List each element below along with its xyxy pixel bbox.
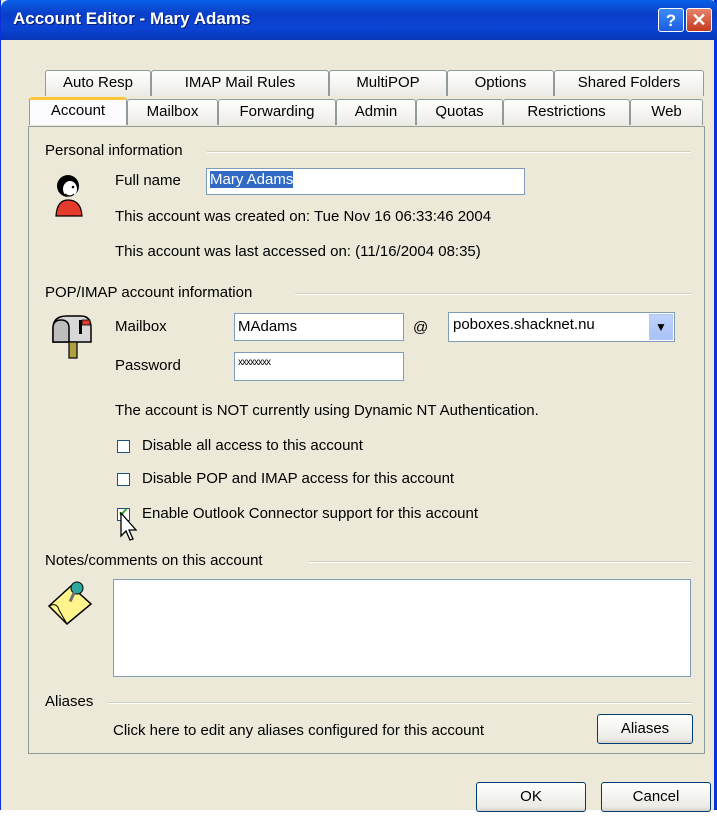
tab-quotas[interactable]: Quotas — [416, 99, 503, 125]
group-divider — [310, 561, 691, 563]
note-pin-icon — [47, 581, 93, 626]
mailbox-icon — [52, 315, 92, 359]
domain-value: poboxes.shacknet.nu — [453, 316, 595, 333]
account-editor-window: Account Editor - Mary Adams ? ✕ Auto Res… — [0, 0, 717, 812]
tab-imap-mail-rules[interactable]: IMAP Mail Rules — [151, 70, 329, 96]
mailbox-label: Mailbox — [115, 318, 167, 335]
disable-pop-imap-label[interactable]: Disable POP and IMAP access for this acc… — [142, 470, 454, 487]
ok-button[interactable]: OK — [476, 782, 586, 812]
created-text: This account was created on: Tue Nov 16 … — [115, 208, 492, 225]
tab-multipop[interactable]: MultiPOP — [329, 70, 447, 96]
aliases-description: Click here to edit any aliases configure… — [113, 722, 485, 739]
fullname-label: Full name — [115, 172, 181, 189]
aliases-button[interactable]: Aliases — [597, 714, 693, 744]
window-title: Account Editor - Mary Adams — [13, 9, 251, 28]
cancel-button[interactable]: Cancel — [601, 782, 711, 812]
outlook-connector-label[interactable]: Enable Outlook Connector support for thi… — [142, 505, 478, 522]
tab-mailbox[interactable]: Mailbox — [127, 99, 218, 125]
fullname-value: Mary Adams — [210, 171, 294, 188]
tab-shared-folders[interactable]: Shared Folders — [554, 70, 704, 96]
tab-options[interactable]: Options — [447, 70, 554, 96]
last-accessed-text: This account was last accessed on: (11/1… — [115, 243, 481, 260]
password-label: Password — [115, 357, 181, 374]
group-divider — [295, 293, 691, 295]
domain-dropdown[interactable]: poboxes.shacknet.nu ▼ — [448, 312, 675, 342]
fullname-input[interactable]: Mary Adams — [206, 168, 525, 195]
aliases-heading: Aliases — [45, 693, 94, 710]
tab-auto-resp[interactable]: Auto Resp — [45, 70, 151, 96]
group-divider — [207, 151, 691, 153]
disable-pop-imap-checkbox[interactable] — [117, 473, 130, 486]
personal-info-heading: Personal information — [45, 142, 183, 159]
disable-all-access-label[interactable]: Disable all access to this account — [142, 437, 363, 454]
tab-admin[interactable]: Admin — [336, 99, 416, 125]
tab-restrictions[interactable]: Restrictions — [503, 99, 630, 125]
group-divider — [108, 702, 691, 704]
dynamic-nt-text: The account is NOT currently using Dynam… — [115, 402, 539, 419]
chevron-down-icon[interactable]: ▼ — [649, 314, 673, 340]
notes-textarea[interactable] — [113, 579, 691, 677]
at-sign: @ — [413, 319, 429, 336]
mouse-cursor-icon — [120, 512, 138, 541]
mailbox-input[interactable]: MAdams — [234, 313, 404, 341]
title-bar[interactable]: Account Editor - Mary Adams ? ✕ — [1, 0, 717, 40]
tab-web[interactable]: Web — [630, 99, 703, 125]
tab-account[interactable]: Account — [29, 97, 127, 125]
popimap-heading: POP/IMAP account information — [45, 284, 253, 301]
notes-heading: Notes/comments on this account — [45, 552, 263, 569]
user-icon — [55, 175, 83, 217]
disable-all-access-checkbox[interactable] — [117, 440, 130, 453]
password-input[interactable]: xxxxxxxx — [234, 352, 404, 381]
tab-forwarding[interactable]: Forwarding — [218, 99, 336, 125]
close-button[interactable]: ✕ — [686, 8, 712, 32]
help-button[interactable]: ? — [658, 8, 684, 32]
